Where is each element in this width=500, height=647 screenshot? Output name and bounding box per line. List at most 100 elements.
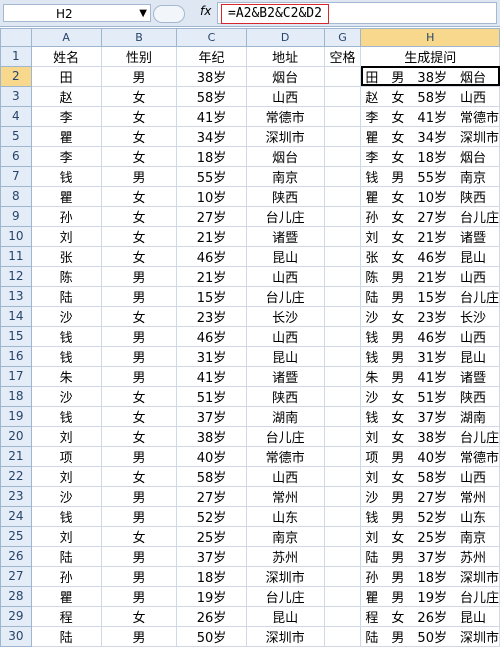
column-header-H[interactable]: H [360,28,500,47]
row-header[interactable]: 20 [0,425,32,447]
cell-sex[interactable]: 女 [100,305,178,327]
cell-generated[interactable]: 陆 男 37岁 苏州 [360,545,500,567]
row-header[interactable]: 9 [0,205,32,227]
cell-name[interactable]: 田 [30,65,102,87]
row-header[interactable]: 26 [0,545,32,567]
cell-age[interactable]: 50岁 [176,625,247,647]
cell-space[interactable] [323,105,362,127]
cell-sex[interactable]: 男 [100,325,178,347]
cell-age[interactable]: 38岁 [176,425,247,447]
cell-address[interactable]: 常州 [245,485,325,507]
cell-address[interactable]: 山西 [245,85,325,107]
cell-age[interactable]: 25岁 [176,525,247,547]
cell-age[interactable]: 40岁 [176,445,247,467]
cell-address[interactable]: 昆山 [245,245,325,267]
cell-space[interactable] [323,445,362,467]
row-header[interactable]: 3 [0,85,32,107]
cell-sex[interactable]: 女 [100,385,178,407]
cell-space[interactable] [323,125,362,147]
cell-sex[interactable]: 女 [100,185,178,207]
cell-age[interactable]: 10岁 [176,185,247,207]
row-header[interactable]: 15 [0,325,32,347]
cell-name[interactable]: 沙 [30,385,102,407]
cell-generated[interactable]: 刘 女 58岁 山西 [360,465,500,487]
row-header[interactable]: 25 [0,525,32,547]
cell-space[interactable] [323,485,362,507]
cell-address[interactable]: 常德市 [245,105,325,127]
cell-age[interactable]: 46岁 [176,325,247,347]
cell-address[interactable]: 昆山 [245,605,325,627]
cell-name[interactable]: 朱 [30,365,102,387]
cell-age[interactable]: 21岁 [176,265,247,287]
cell-space[interactable] [323,305,362,327]
cell-generated[interactable]: 李 女 18岁 烟台 [360,145,500,167]
cell-address[interactable]: 深圳市 [245,625,325,647]
cell-name[interactable]: 刘 [30,525,102,547]
cell-sex[interactable]: 女 [100,405,178,427]
row-header[interactable]: 2 [0,65,32,87]
cell-space[interactable] [323,505,362,527]
cell-generated[interactable]: 钱 男 52岁 山东 [360,505,500,527]
cell-space[interactable] [323,465,362,487]
cell-space[interactable] [323,365,362,387]
cell-generated[interactable]: 钱 女 37岁 湖南 [360,405,500,427]
cell-space[interactable] [323,345,362,367]
cell-name[interactable]: 瞿 [30,185,102,207]
cell-space[interactable] [323,285,362,307]
cell-generated[interactable]: 瞿 女 10岁 陕西 [360,185,500,207]
cell-sex[interactable]: 女 [100,525,178,547]
cell-header-age[interactable]: 年纪 [176,45,247,67]
cell-age[interactable]: 27岁 [176,205,247,227]
cell-sex[interactable]: 男 [100,365,178,387]
cell-address[interactable]: 南京 [245,165,325,187]
cell-space[interactable] [323,565,362,587]
cell-name[interactable]: 沙 [30,305,102,327]
cell-generated[interactable]: 赵 女 58岁 山西 [360,85,500,107]
cell-name[interactable]: 张 [30,245,102,267]
cell-generated[interactable]: 李 女 41岁 常德市 [360,105,500,127]
cell-age[interactable]: 23岁 [176,305,247,327]
cell-name[interactable]: 陆 [30,625,102,647]
cell-sex[interactable]: 女 [100,125,178,147]
cell-age[interactable]: 34岁 [176,125,247,147]
row-header[interactable]: 30 [0,625,32,647]
cell-generated[interactable]: 沙 女 23岁 长沙 [360,305,500,327]
row-header[interactable]: 19 [0,405,32,427]
cell-name[interactable]: 瞿 [30,585,102,607]
cell-address[interactable]: 山西 [245,325,325,347]
cell-age[interactable]: 51岁 [176,385,247,407]
cell-age[interactable]: 52岁 [176,505,247,527]
cell-name[interactable]: 钱 [30,505,102,527]
cell-address[interactable]: 常德市 [245,445,325,467]
cell-age[interactable]: 58岁 [176,85,247,107]
cell-age[interactable]: 46岁 [176,245,247,267]
cell-age[interactable]: 18岁 [176,145,247,167]
cell-address[interactable]: 台儿庄 [245,425,325,447]
cell-sex[interactable]: 女 [100,425,178,447]
cell-age[interactable]: 38岁 [176,65,247,87]
cell-address[interactable]: 台儿庄 [245,585,325,607]
cell-sex[interactable]: 男 [100,505,178,527]
cell-space[interactable] [323,145,362,167]
row-header[interactable]: 17 [0,365,32,387]
cell-space[interactable] [323,585,362,607]
cell-name[interactable]: 瞿 [30,125,102,147]
cell-address[interactable]: 山西 [245,265,325,287]
cell-sex[interactable]: 男 [100,485,178,507]
cell-header-sex[interactable]: 性别 [100,45,178,67]
cell-sex[interactable]: 男 [100,285,178,307]
cell-age[interactable]: 27岁 [176,485,247,507]
cell-age[interactable]: 41岁 [176,365,247,387]
cell-sex[interactable]: 男 [100,565,178,587]
cell-address[interactable]: 苏州 [245,545,325,567]
cell-address[interactable]: 长沙 [245,305,325,327]
cell-name[interactable]: 程 [30,605,102,627]
cell-generated[interactable]: 沙 女 51岁 陕西 [360,385,500,407]
row-header[interactable]: 12 [0,265,32,287]
name-box[interactable]: H2 ▼ [3,4,151,22]
cell-address[interactable]: 深圳市 [245,125,325,147]
row-header[interactable]: 29 [0,605,32,627]
cell-sex[interactable]: 男 [100,345,178,367]
cell-name[interactable]: 刘 [30,465,102,487]
cell-address[interactable]: 湖南 [245,405,325,427]
